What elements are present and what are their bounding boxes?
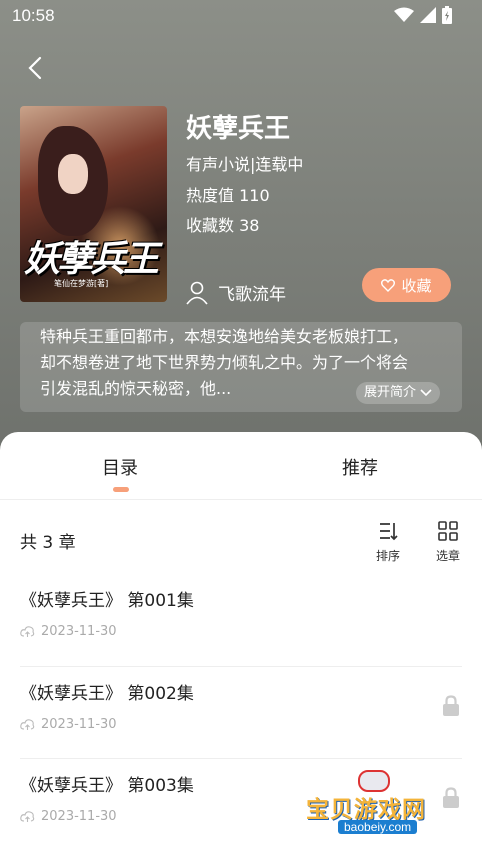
back-button[interactable] [22, 52, 52, 84]
chapter-item[interactable]: 《妖孽兵王》 第001集 2023-11-30 [20, 574, 462, 666]
favorite-button[interactable]: 收藏 [362, 268, 451, 302]
sort-icon [380, 523, 398, 541]
expand-intro-label: 展开简介 [363, 385, 416, 400]
tab-indicator [113, 487, 129, 492]
cloud-upload-icon [20, 718, 35, 730]
tab-catalog[interactable]: 目录 [102, 454, 138, 480]
book-intro: 特种兵王重回都市，本想安逸地给美女老板娘打工， 却不想卷进了地下世界势力倾轧之中… [20, 322, 462, 412]
select-chapter-button[interactable]: 选章 [428, 520, 468, 564]
watermark-logo: 宝贝游戏网 baobeiy.com [300, 770, 460, 850]
battery-icon [442, 6, 452, 24]
lock-icon [443, 695, 459, 716]
intro-line: 特种兵王重回都市，本想安逸地给美女老板娘打工， [40, 327, 409, 346]
chevron-left-icon [28, 56, 42, 80]
cloud-upload-icon [20, 810, 35, 822]
status-bar: 10:58 [0, 0, 482, 34]
tab-recommend[interactable]: 推荐 [342, 454, 378, 480]
heart-icon [381, 278, 396, 292]
chapter-item[interactable]: 《妖孽兵王》 第002集 2023-11-30 [20, 666, 462, 758]
chapter-title: 《妖孽兵王》 第001集 [20, 591, 194, 611]
cover-title: 妖孽兵王 [24, 238, 159, 280]
status-time: 10:58 [12, 6, 55, 25]
chapter-date: 2023-11-30 [41, 809, 117, 824]
tab-bar: 目录 推荐 [0, 432, 482, 500]
signal-icon [420, 7, 436, 23]
book-favorites-count: 收藏数 38 [186, 216, 260, 235]
author[interactable]: 飞歌流年 [186, 280, 286, 305]
author-name: 飞歌流年 [218, 285, 286, 305]
watermark-text: 宝贝游戏网 [306, 797, 426, 823]
chapter-date: 2023-11-30 [41, 717, 117, 732]
intro-line: 却不想卷进了地下世界势力倾轧之中。为了一个将会 [40, 353, 409, 372]
book-heat: 热度值 110 [186, 186, 270, 205]
chapter-title: 《妖孽兵王》 第003集 [20, 776, 194, 796]
sort-label: 排序 [375, 549, 400, 563]
chevron-down-icon [420, 389, 432, 397]
user-icon [186, 281, 208, 305]
watermark-url: baobeiy.com [338, 820, 418, 834]
expand-intro-button[interactable]: 展开简介 [355, 382, 440, 404]
book-title: 妖孽兵王 [186, 114, 291, 144]
chapter-count: 共 3 章 [20, 533, 76, 553]
book-type-status: 有声小说|连载中 [186, 155, 304, 174]
select-chapter-label: 选章 [435, 549, 460, 563]
gamepad-icon [358, 770, 390, 792]
grid-icon [438, 521, 458, 541]
chapter-date: 2023-11-30 [41, 624, 117, 639]
book-header: 10:58 妖孽兵王 笔仙在梦游[著] 妖孽兵王 有声小说|连载中 热度值 11… [0, 0, 482, 460]
favorite-label: 收藏 [401, 276, 432, 295]
sort-button[interactable]: 排序 [368, 520, 408, 564]
cover-subtitle: 笔仙在梦游[著] [54, 279, 109, 288]
chapter-title: 《妖孽兵王》 第002集 [20, 684, 194, 704]
wifi-icon [394, 7, 414, 22]
cloud-upload-icon [20, 625, 35, 637]
book-cover: 妖孽兵王 笔仙在梦游[著] [20, 106, 167, 302]
